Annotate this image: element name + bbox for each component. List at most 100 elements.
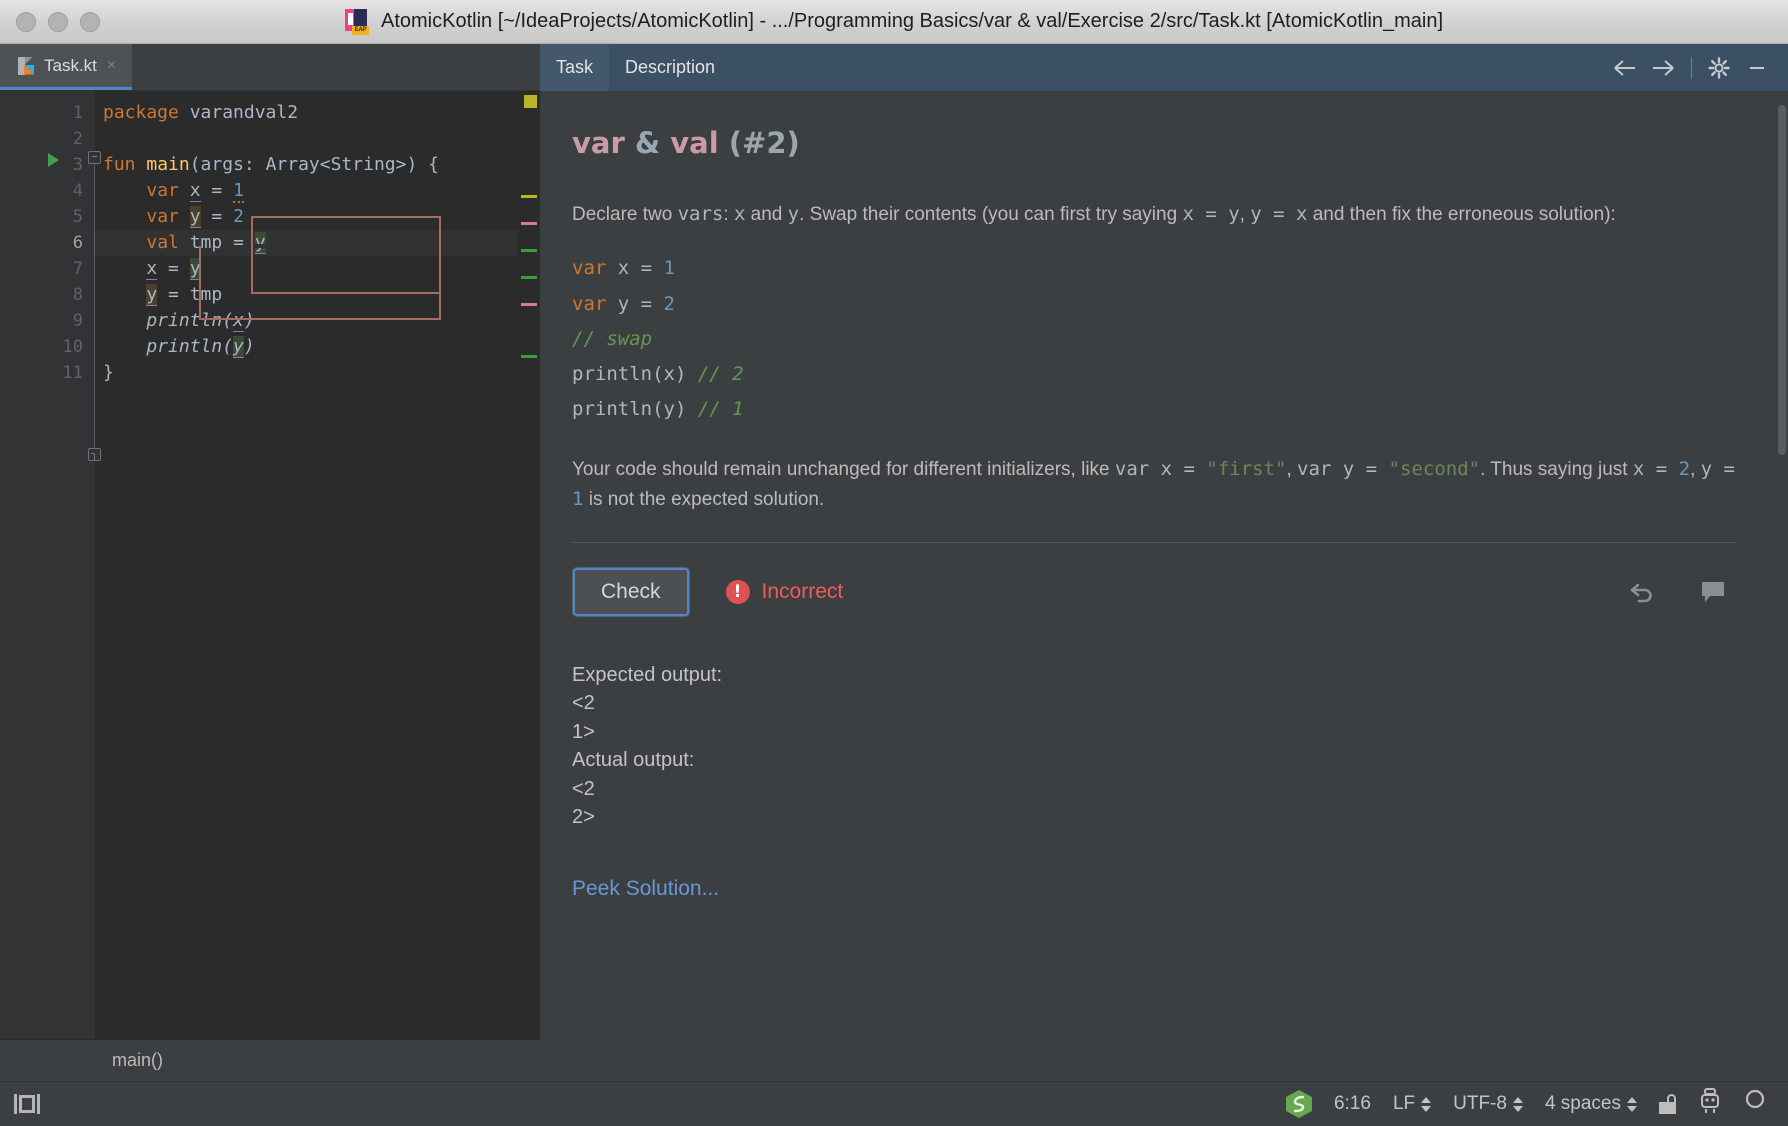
change-marker-yellow[interactable]: [521, 195, 537, 198]
main-area: Task.kt × 1 2 3 4 5 6 7 8 9 10 11 − ┐ pa…: [0, 44, 1788, 1081]
editor-tab-label: Task.kt: [44, 55, 97, 75]
line-separator-selector[interactable]: LF: [1392, 1093, 1432, 1115]
window-controls[interactable]: [16, 11, 100, 32]
previous-task-icon[interactable]: [1609, 51, 1643, 85]
editor-pane: Task.kt × 1 2 3 4 5 6 7 8 9 10 11 − ┐ pa…: [0, 44, 540, 1081]
close-icon[interactable]: ×: [107, 57, 116, 75]
p2-code4: y =: [1700, 458, 1735, 481]
cb1-kw: var: [572, 257, 607, 280]
line-number: 9: [72, 311, 83, 331]
window-title: AtomicKotlin [~/IdeaProjects/AtomicKotli…: [380, 10, 1444, 32]
peek-solution-link[interactable]: Peek Solution...: [572, 873, 1736, 906]
cb1-num: 1: [663, 257, 675, 280]
comment-icon[interactable]: [1696, 575, 1730, 609]
caret-position[interactable]: 6:16: [1334, 1093, 1371, 1115]
run-gutter-icon[interactable]: [48, 153, 59, 167]
change-marker-green-2[interactable]: [521, 276, 537, 279]
tab-description[interactable]: Description: [609, 44, 731, 91]
read-only-toggle-icon[interactable]: [1659, 1094, 1676, 1114]
check-row: Check ! Incorrect: [572, 566, 1736, 617]
output-block: Expected output: <2 1> Actual output: <2…: [572, 661, 1736, 831]
task-content: var & val (#2) Declare two vars: x and y…: [540, 91, 1776, 1081]
editor-layout-icon[interactable]: [14, 1093, 41, 1115]
code-line-4[interactable]: var x = 1: [95, 178, 518, 204]
reset-task-icon[interactable]: [1626, 575, 1660, 609]
code-line-6[interactable]: val tmp = y: [95, 230, 518, 256]
editor-marker-strip[interactable]: [518, 91, 540, 1039]
code-line-7[interactable]: x = y: [95, 256, 518, 282]
caret-position-label: 6:16: [1333, 1093, 1371, 1114]
p2-str1: "first": [1206, 458, 1287, 481]
chevron-up-down-icon: [1627, 1096, 1637, 1112]
change-marker-green[interactable]: [521, 249, 537, 252]
minimize-panel-icon[interactable]: [1740, 51, 1774, 85]
code-block-line-2: var y = 2: [572, 287, 1736, 322]
cb2-kw: var: [572, 292, 607, 315]
code-block-line-5: println(y) // 1: [572, 392, 1736, 427]
close-button[interactable]: [16, 11, 36, 32]
code-line-8[interactable]: y = tmp: [95, 282, 518, 308]
code-line-5[interactable]: var y = 2: [95, 204, 518, 230]
output-line: 1>: [572, 720, 595, 743]
p1-code-vars: vars: [677, 202, 724, 225]
task-code-block: var x = 1 var y = 2 // swap println(x) /…: [572, 251, 1736, 427]
task-scrollbar-thumb[interactable]: [1778, 105, 1786, 455]
kotlin-file-icon: [16, 56, 36, 76]
tab-task[interactable]: Task: [540, 44, 610, 91]
kotlin-status-icon[interactable]: [1285, 1090, 1312, 1118]
change-marker-green-3[interactable]: [521, 355, 537, 358]
cb4-id: println(x): [572, 362, 698, 385]
gear-icon[interactable]: [1702, 51, 1736, 85]
line-number: 1: [72, 103, 83, 123]
p2-num4: 1: [572, 487, 584, 510]
chevron-up-down-icon: [1421, 1096, 1432, 1112]
code-line-10[interactable]: println(y): [95, 334, 518, 360]
p1-text6: and then fix the erroneous solution):: [1307, 203, 1616, 225]
code-line-3[interactable]: fun main(args: Array<String>) {: [95, 152, 518, 178]
task-paragraph-2: Your code should remain unchanged for di…: [572, 455, 1736, 514]
cb2-id: y =: [606, 292, 664, 315]
indent-selector[interactable]: 4 spaces: [1545, 1093, 1637, 1115]
editor-tab-bar: Task.kt ×: [0, 44, 540, 91]
output-line: Expected output:: [572, 663, 723, 686]
line-separator-label: LF: [1392, 1093, 1416, 1114]
p2-text5: is not the expected solution.: [583, 488, 825, 510]
check-button[interactable]: Check: [572, 566, 690, 617]
task-scrollbar[interactable]: [1776, 91, 1788, 1081]
code-text[interactable]: package varandval2 fun main(args: Array<…: [95, 91, 518, 1039]
task-panel-tools: [1609, 44, 1788, 91]
breadcrumb[interactable]: main(): [0, 1039, 540, 1081]
header-spacer: [731, 44, 1609, 91]
editor-tab-task-kt[interactable]: Task.kt ×: [0, 44, 133, 90]
warning-square-marker[interactable]: [524, 95, 537, 108]
cb5-cmt: // 1: [697, 397, 744, 420]
encoding-selector[interactable]: UTF-8: [1453, 1093, 1523, 1115]
p2-code2: var y =: [1297, 458, 1389, 481]
p2-text4: ,: [1690, 459, 1701, 481]
task-panel-header: Task Description: [540, 44, 1788, 91]
cb2-num: 2: [663, 292, 675, 315]
line-number: 2: [72, 129, 83, 149]
change-marker-pink[interactable]: [521, 222, 537, 225]
p1-text: Declare two: [572, 203, 678, 225]
code-line-2[interactable]: [95, 126, 518, 152]
task-paragraph-1: Declare two vars: x and y. Swap their co…: [572, 200, 1736, 229]
line-number: 5: [72, 207, 83, 227]
search-everywhere-icon[interactable]: [1744, 1088, 1768, 1120]
cb4-cmt: // 2: [697, 362, 744, 385]
code-line-11[interactable]: }: [95, 360, 518, 386]
minimize-button[interactable]: [48, 11, 68, 32]
code-line-9[interactable]: println(x): [95, 308, 518, 334]
inspector-icon[interactable]: [1698, 1088, 1722, 1120]
code-line-1[interactable]: package varandval2: [95, 100, 518, 126]
error-exclamation-icon: !: [725, 579, 750, 604]
line-number: 7: [72, 259, 83, 279]
editor-gutter[interactable]: 1 2 3 4 5 6 7 8 9 10 11 − ┐: [0, 91, 101, 1039]
p1-code-x: x: [733, 202, 746, 225]
zoom-button[interactable]: [80, 11, 100, 32]
code-block-line-3: // swap: [572, 322, 1736, 357]
next-task-icon[interactable]: [1647, 51, 1681, 85]
change-marker-pink-2[interactable]: [521, 303, 537, 306]
section-divider: [572, 541, 1736, 543]
code-editor[interactable]: 1 2 3 4 5 6 7 8 9 10 11 − ┐ package vara…: [0, 91, 540, 1039]
